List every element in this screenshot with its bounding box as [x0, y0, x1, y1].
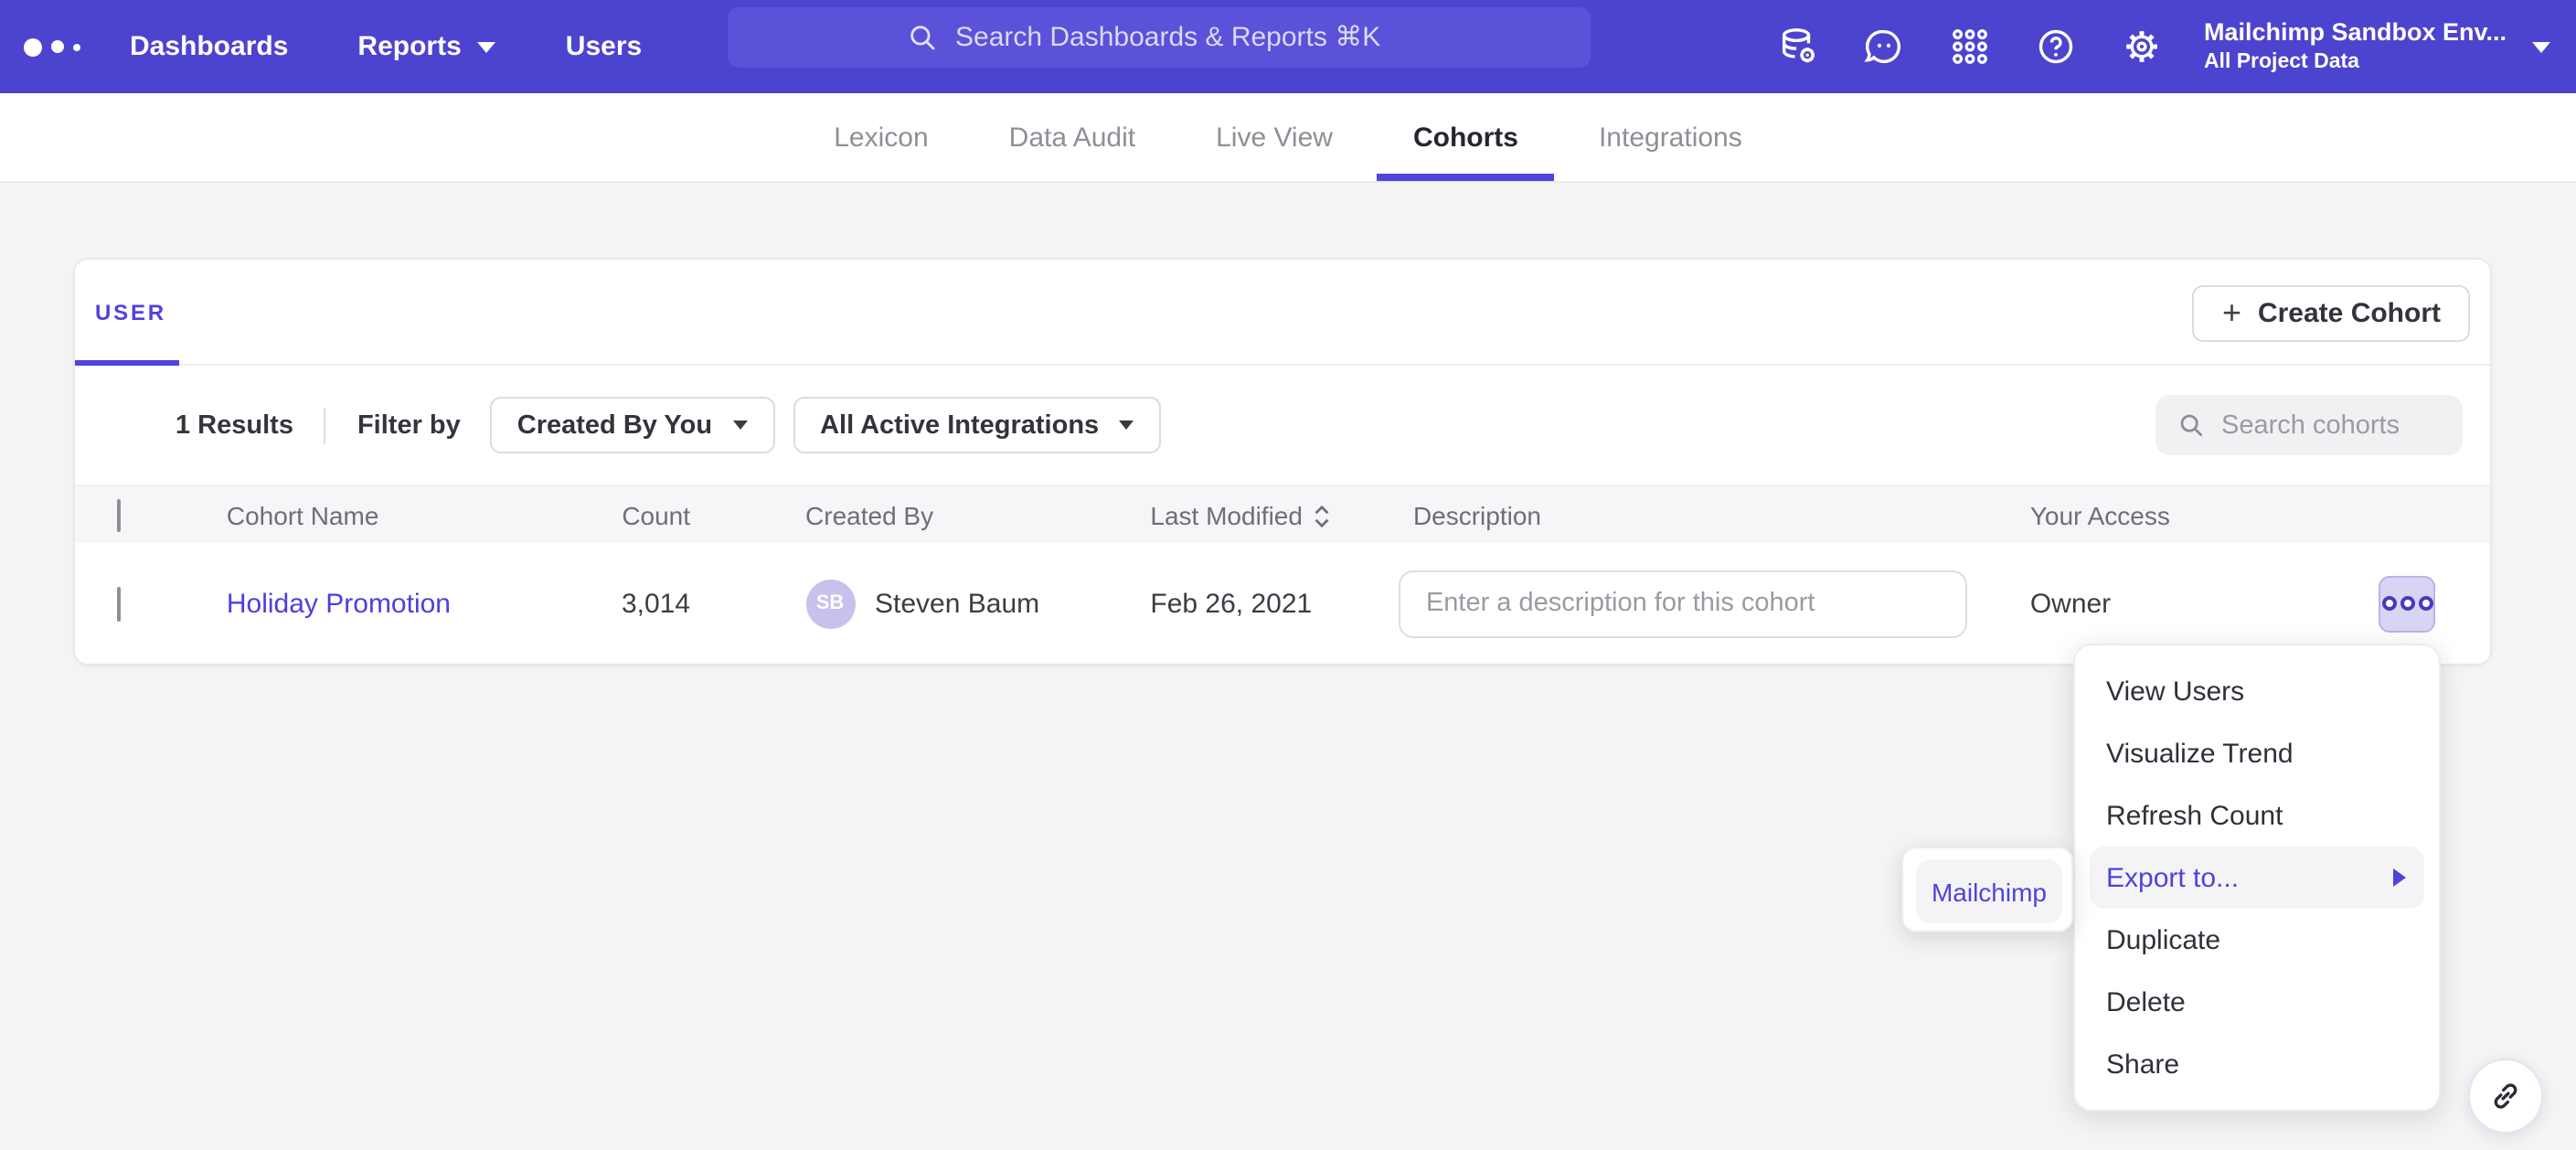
- menu-item-duplicate[interactable]: Duplicate: [2075, 909, 2439, 971]
- menu-item-visualize-trend[interactable]: Visualize Trend: [2075, 722, 2439, 784]
- help-button[interactable]: [2014, 0, 2100, 93]
- menu-item-export-to[interactable]: Export to...: [2090, 847, 2424, 909]
- sort-icon: [1314, 504, 1332, 527]
- filter-toolbar: 1 Results Filter by Created By You All A…: [75, 366, 2490, 484]
- description-input[interactable]: [1399, 570, 1967, 637]
- apps-grid-icon: [1950, 26, 1992, 68]
- integrations-filter[interactable]: All Active Integrations: [793, 397, 1161, 453]
- tab-user-label: USER: [95, 299, 166, 325]
- nav-item-dashboards[interactable]: Dashboards: [130, 31, 288, 62]
- row-checkbox[interactable]: [117, 586, 121, 621]
- secondary-nav: Lexicon Data Audit Live View Cohorts Int…: [0, 93, 2576, 183]
- submenu-arrow-icon: [2393, 868, 2406, 887]
- feedback-icon: [1864, 26, 1906, 68]
- cohort-search-input[interactable]: [2221, 410, 2441, 440]
- project-subtitle: All Project Data: [2204, 49, 2507, 76]
- created-by-filter[interactable]: Created By You: [490, 397, 774, 453]
- header-last-modified[interactable]: Last Modified: [1150, 500, 1413, 529]
- tab-cohorts-label: Cohorts: [1413, 122, 1518, 153]
- top-nav-right: Mailchimp Sandbox Env... All Project Dat…: [1756, 0, 2550, 93]
- tab-live-view[interactable]: Live View: [1216, 93, 1333, 181]
- header-your-access[interactable]: Your Access: [2030, 500, 2379, 529]
- nav-item-reports[interactable]: Reports: [357, 31, 495, 62]
- nav-item-reports-label: Reports: [357, 31, 461, 62]
- create-cohort-label: Create Cohort: [2258, 298, 2441, 329]
- feedback-button[interactable]: [1842, 0, 1928, 93]
- help-icon: [2036, 26, 2078, 68]
- export-submenu: Mailchimp: [1901, 847, 2073, 932]
- mixpanel-logo: [24, 37, 104, 56]
- divider: [325, 407, 326, 443]
- data-management-icon: [1778, 26, 1820, 68]
- cohort-search[interactable]: [2156, 395, 2463, 455]
- search-icon: [906, 22, 937, 53]
- tab-lexicon[interactable]: Lexicon: [834, 93, 928, 181]
- integrations-filter-label: All Active Integrations: [820, 410, 1099, 440]
- last-modified-date: Feb 26, 2021: [1150, 588, 1413, 619]
- select-all-checkbox[interactable]: [117, 498, 121, 531]
- settings-button[interactable]: [2100, 0, 2186, 93]
- toolbar-left: 1 Results Filter by Created By You All A…: [176, 397, 1179, 453]
- row-context-menu: View Users Visualize Trend Refresh Count…: [2073, 644, 2441, 1112]
- table-header: Cohort Name Count Created By Last Modifi…: [75, 484, 2490, 543]
- chevron-down-icon: [1119, 421, 1134, 430]
- menu-item-export-to-label: Export to...: [2106, 862, 2239, 893]
- cohort-count: 3,014: [549, 588, 690, 619]
- plus-icon: +: [2222, 296, 2241, 329]
- project-text: Mailchimp Sandbox Env... All Project Dat…: [2204, 18, 2507, 76]
- global-search-input[interactable]: [955, 22, 1412, 53]
- tab-data-audit[interactable]: Data Audit: [1009, 93, 1135, 181]
- top-nav: Dashboards Reports Users: [0, 0, 2576, 93]
- tab-integrations[interactable]: Integrations: [1599, 93, 1742, 181]
- card-header: USER + Create Cohort: [75, 260, 2490, 366]
- search-icon: [2177, 411, 2205, 439]
- data-management-button[interactable]: [1756, 0, 1842, 93]
- settings-icon: [2122, 26, 2164, 68]
- results-count: 1 Results: [176, 410, 293, 440]
- project-switcher[interactable]: Mailchimp Sandbox Env... All Project Dat…: [2204, 18, 2550, 76]
- created-by-filter-label: Created By You: [517, 410, 712, 440]
- more-dots-icon: [2381, 596, 2396, 611]
- global-search[interactable]: [728, 7, 1591, 68]
- chevron-down-icon: [732, 421, 747, 430]
- nav-item-users-label: Users: [566, 31, 642, 62]
- avatar: SB: [805, 579, 855, 628]
- nav-item-dashboards-label: Dashboards: [130, 31, 288, 62]
- project-name: Mailchimp Sandbox Env...: [2204, 18, 2507, 49]
- tab-cohorts[interactable]: Cohorts: [1413, 93, 1518, 181]
- active-tab-underline: [1377, 174, 1555, 181]
- access-level: Owner: [2030, 588, 2379, 619]
- create-cohort-button[interactable]: + Create Cohort: [2193, 285, 2470, 342]
- menu-item-view-users[interactable]: View Users: [2075, 660, 2439, 722]
- link-icon: [2488, 1079, 2523, 1113]
- copy-link-button[interactable]: [2468, 1059, 2543, 1134]
- logo-dot-small: [73, 43, 80, 50]
- row-actions-button[interactable]: [2379, 575, 2435, 632]
- submenu-item-mailchimp[interactable]: Mailchimp: [1916, 859, 2062, 923]
- header-created-by[interactable]: Created By: [690, 500, 1150, 529]
- header-count[interactable]: Count: [549, 500, 690, 529]
- header-last-modified-label: Last Modified: [1150, 500, 1303, 529]
- menu-item-share[interactable]: Share: [2075, 1033, 2439, 1095]
- top-nav-links: Dashboards Reports Users: [130, 31, 642, 62]
- cohort-name-link[interactable]: Holiday Promotion: [227, 588, 451, 619]
- nav-item-users[interactable]: Users: [566, 31, 642, 62]
- tab-user[interactable]: USER: [95, 260, 166, 364]
- created-by-name: Steven Baum: [875, 588, 1039, 619]
- logo-dot-large: [24, 37, 42, 56]
- chevron-down-icon: [2532, 41, 2550, 52]
- menu-item-refresh-count[interactable]: Refresh Count: [2075, 784, 2439, 847]
- app-root: Dashboards Reports Users: [0, 0, 2576, 1150]
- header-description[interactable]: Description: [1413, 500, 2030, 529]
- chevron-down-icon: [478, 41, 496, 52]
- apps-grid-button[interactable]: [1928, 0, 2014, 93]
- filter-by-label: Filter by: [357, 410, 461, 440]
- cohorts-card: USER + Create Cohort 1 Results Filter by…: [73, 258, 2492, 666]
- header-cohort-name[interactable]: Cohort Name: [185, 500, 549, 529]
- menu-item-delete[interactable]: Delete: [2075, 971, 2439, 1033]
- logo-dot-medium: [51, 40, 64, 53]
